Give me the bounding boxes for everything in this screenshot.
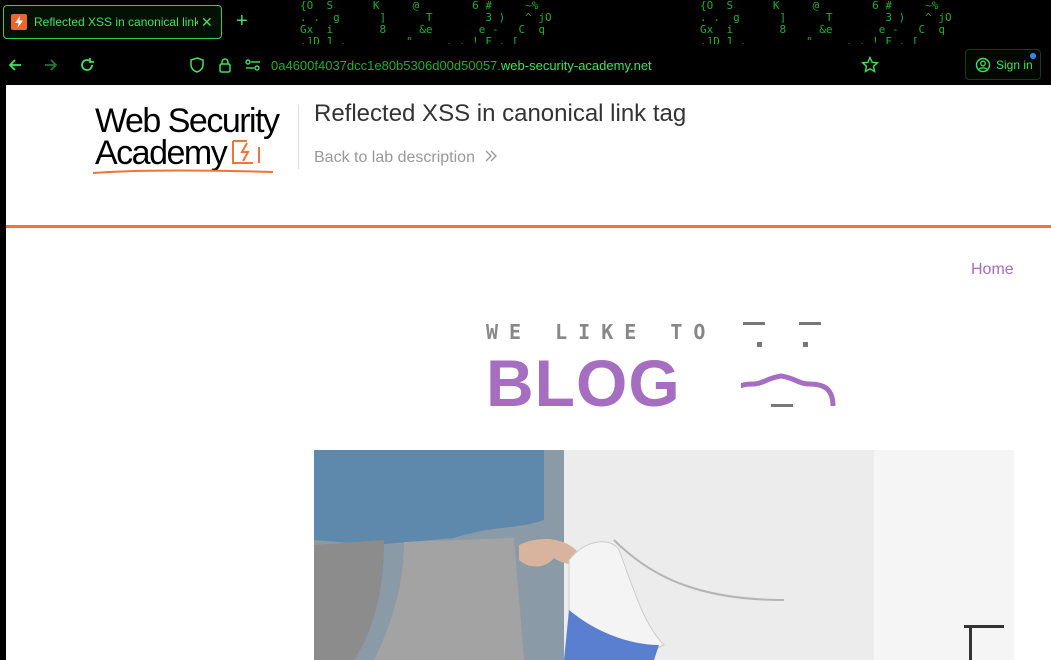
academy-bolt-icon	[232, 140, 261, 164]
new-tab-button[interactable]: +	[236, 10, 248, 32]
bookmark-star-icon[interactable]	[860, 55, 880, 75]
browser-tab-bar: {O S K @ 6 # ~% . . g ] T 3 ) ^ jO Gx i …	[0, 0, 1051, 44]
browser-tab-active[interactable]: Reflected XSS in canonical link tag ✕	[3, 5, 222, 39]
url-subdomain: 0a4600f4037dcc1e80b5306d00d50057.	[271, 58, 501, 73]
address-bar[interactable]: 0a4600f4037dcc1e80b5306d00d50057.web-sec…	[271, 58, 652, 73]
logo-underline	[93, 169, 273, 174]
web-page: Web Security Academy Reflected XSS in ca…	[6, 85, 1051, 660]
lab-title: Reflected XSS in canonical link tag	[314, 100, 687, 127]
lock-icon[interactable]	[215, 55, 235, 75]
banner-blog-word: BLOG	[486, 346, 681, 420]
logo-line-2: Academy	[95, 136, 279, 170]
blog-post-image[interactable]	[314, 450, 1014, 660]
logo-line-1: Web Security	[95, 102, 280, 140]
blog-banner: WE LIKE TO BLOG	[486, 320, 836, 416]
matrix-decoration-right: {O S K @ 6 # ~% . . g ] T 3 ) ^ jO Gx i …	[700, 0, 952, 44]
account-icon	[975, 57, 991, 72]
portswigger-favicon-icon	[11, 14, 27, 30]
site-permissions-icon[interactable]	[243, 55, 263, 75]
shield-icon[interactable]	[187, 55, 207, 75]
tab-title: Reflected XSS in canonical link tag	[34, 15, 198, 29]
back-arrow-icon[interactable]	[5, 55, 25, 75]
home-link[interactable]: Home	[971, 261, 1014, 279]
notification-dot	[1030, 53, 1036, 59]
forward-arrow-icon[interactable]	[41, 55, 61, 75]
url-host: web-security-academy.net	[500, 58, 652, 73]
matrix-decoration-left: {O S K @ 6 # ~% . . g ] T 3 ) ^ jO Gx i …	[300, 0, 552, 44]
sign-in-label: Sign in	[996, 57, 1033, 72]
banner-tagline: WE LIKE TO	[486, 320, 717, 344]
double-chevron-right-icon	[485, 150, 498, 162]
header-divider	[298, 105, 299, 169]
blog-face-icon	[741, 322, 836, 407]
back-to-lab-description-link[interactable]: Back to lab description	[314, 149, 498, 167]
web-security-academy-logo[interactable]: Web Security Academy	[93, 102, 280, 174]
reload-icon[interactable]	[77, 55, 97, 75]
sign-in-button[interactable]: Sign in	[965, 49, 1041, 80]
tab-close-icon[interactable]: ✕	[201, 14, 213, 31]
academy-header: Web Security Academy Reflected XSS in ca…	[6, 85, 1051, 228]
browser-nav-bar: 0a4600f4037dcc1e80b5306d00d50057.web-sec…	[0, 44, 1051, 85]
ironing-photo	[314, 450, 1014, 660]
